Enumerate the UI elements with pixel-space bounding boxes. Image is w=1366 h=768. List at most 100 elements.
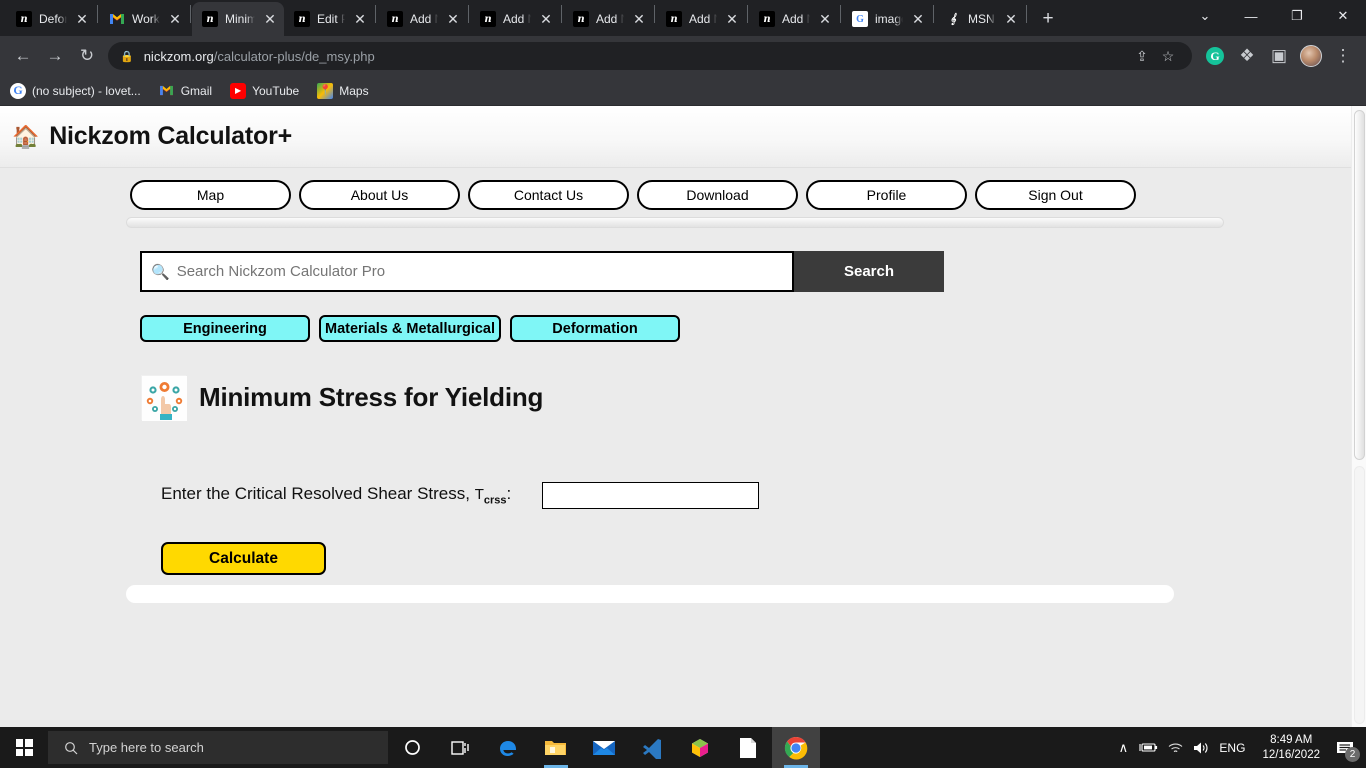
profile-avatar[interactable] xyxy=(1296,41,1326,71)
google-favicon-icon: G xyxy=(852,11,868,27)
reload-icon[interactable]: ↻ xyxy=(72,41,102,71)
tab-close-icon[interactable]: ✕ xyxy=(631,11,647,27)
omnibox-actions: ⇪ ☆ xyxy=(1130,44,1180,68)
tab-title: Workl xyxy=(132,12,160,26)
nav-button-download[interactable]: Download xyxy=(637,180,798,210)
tab-close-icon[interactable]: ✕ xyxy=(1003,11,1019,27)
start-button[interactable] xyxy=(0,727,48,768)
browser-tab[interactable]: n Add N ✕ xyxy=(749,2,839,36)
tab-close-icon[interactable]: ✕ xyxy=(262,11,278,27)
input-label-subscript: crss xyxy=(483,494,507,507)
breadcrumb-engineering[interactable]: Engineering xyxy=(140,315,310,342)
home-icon[interactable]: 🏠 xyxy=(12,125,39,148)
nav-button-sign-out[interactable]: Sign Out xyxy=(975,180,1136,210)
star-icon[interactable]: ☆ xyxy=(1156,44,1180,68)
tab-separator xyxy=(190,5,191,23)
side-panel-icon[interactable]: ▣ xyxy=(1264,41,1294,71)
nickzom-favicon-icon: n xyxy=(387,11,403,27)
browser-tab[interactable]: n Add N ✕ xyxy=(656,2,746,36)
search-button[interactable]: Search xyxy=(794,251,944,292)
nav-button-profile[interactable]: Profile xyxy=(806,180,967,210)
minimize-button[interactable]: — xyxy=(1228,0,1274,32)
browser-tab[interactable]: n Add N ✕ xyxy=(377,2,467,36)
page-scrollbar[interactable] xyxy=(1351,106,1366,727)
browser-tab[interactable]: n Add N ✕ xyxy=(470,2,560,36)
tab-title: Add N xyxy=(689,12,717,26)
vscode-icon[interactable] xyxy=(628,727,676,768)
share-icon[interactable]: ⇪ xyxy=(1130,44,1154,68)
chrome-icon[interactable] xyxy=(772,727,820,768)
browser-tab[interactable]: Workl ✕ xyxy=(99,2,189,36)
tab-close-icon[interactable]: ✕ xyxy=(74,11,90,27)
tab-close-icon[interactable]: ✕ xyxy=(724,11,740,27)
tab-close-icon[interactable]: ✕ xyxy=(538,11,554,27)
search-row: 🔍 Search xyxy=(140,251,1351,292)
new-tab-button[interactable]: + xyxy=(1034,5,1062,33)
tab-close-icon[interactable]: ✕ xyxy=(910,11,926,27)
breadcrumb-deformation[interactable]: Deformation xyxy=(510,315,680,342)
taskbar-search[interactable]: Type here to search xyxy=(48,731,388,764)
nav-button-about-us[interactable]: About Us xyxy=(299,180,460,210)
browser-tab[interactable]: n Deform ✕ xyxy=(6,2,96,36)
tab-search-chevron-down-icon[interactable]: ⌄ xyxy=(1182,0,1228,32)
input-label-symbol: T xyxy=(474,486,484,504)
forward-icon[interactable]: → xyxy=(40,41,70,71)
browser-tab[interactable]: n Add N ✕ xyxy=(563,2,653,36)
tab-separator xyxy=(933,5,934,23)
breadcrumb: Engineering Materials & Metallurgical De… xyxy=(140,315,1351,342)
chevron-up-icon[interactable]: ∧ xyxy=(1110,727,1136,768)
language-indicator[interactable]: ENG xyxy=(1214,741,1254,755)
bookmark-item[interactable]: ▶ YouTube xyxy=(230,82,299,99)
tab-close-icon[interactable]: ✕ xyxy=(352,11,368,27)
bookmark-item[interactable]: 📍 Maps xyxy=(317,82,369,99)
chrome-menu-icon[interactable]: ⋮ xyxy=(1328,41,1358,71)
scrollbar-track[interactable] xyxy=(1354,466,1365,724)
grammarly-extension-icon[interactable]: G xyxy=(1200,41,1230,71)
browser-tab-active[interactable]: n Minim ✕ xyxy=(192,2,284,36)
file-explorer-icon[interactable] xyxy=(532,727,580,768)
page-title: 🏠 Nickzom Calculator+ xyxy=(12,122,292,151)
edge-icon[interactable] xyxy=(484,727,532,768)
search-box[interactable]: 🔍 xyxy=(140,251,794,292)
back-icon[interactable]: ← xyxy=(8,41,38,71)
clock[interactable]: 8:49 AM 12/16/2022 xyxy=(1254,733,1328,763)
bookmark-item[interactable]: Gmail xyxy=(159,83,212,99)
address-bar[interactable]: 🔒 nickzom.org/calculator-plus/de_msy.php… xyxy=(108,42,1192,70)
nav-button-contact-us[interactable]: Contact Us xyxy=(468,180,629,210)
nickzom-favicon-icon: n xyxy=(480,11,496,27)
package-icon[interactable] xyxy=(676,727,724,768)
tab-close-icon[interactable]: ✕ xyxy=(817,11,833,27)
volume-icon[interactable] xyxy=(1188,727,1214,768)
bookmark-label: Maps xyxy=(339,83,369,98)
url-text: nickzom.org/calculator-plus/de_msy.php xyxy=(144,49,375,64)
task-view-icon[interactable] xyxy=(436,727,484,768)
wifi-icon[interactable] xyxy=(1162,727,1188,768)
nav-button-map[interactable]: Map xyxy=(130,180,291,210)
browser-tab[interactable]: 𝄞 MSN ✕ xyxy=(935,2,1025,36)
battery-icon[interactable] xyxy=(1136,727,1162,768)
maximize-button[interactable]: ❐ xyxy=(1274,0,1320,32)
critical-resolved-shear-stress-input[interactable] xyxy=(542,482,760,509)
tab-close-icon[interactable]: ✕ xyxy=(445,11,461,27)
windows-logo-icon xyxy=(15,739,33,756)
cortana-icon[interactable] xyxy=(388,727,436,768)
tab-close-icon[interactable]: ✕ xyxy=(167,11,183,27)
notepad-icon[interactable] xyxy=(724,727,772,768)
scrollbar-thumb[interactable] xyxy=(1354,110,1365,460)
search-input[interactable] xyxy=(176,253,792,290)
gmail-icon xyxy=(159,83,175,99)
page-content: Map About Us Contact Us Download Profile… xyxy=(0,168,1351,603)
close-window-button[interactable]: ✕ xyxy=(1320,0,1366,32)
web-page: 🏠 Nickzom Calculator+ Map About Us Conta… xyxy=(0,106,1351,727)
clock-date: 12/16/2022 xyxy=(1262,748,1320,761)
browser-tab[interactable]: n Edit Po ✕ xyxy=(284,2,374,36)
footer-bar xyxy=(126,585,1174,603)
notifications-button[interactable]: 2 xyxy=(1328,727,1362,768)
mail-icon[interactable] xyxy=(580,727,628,768)
breadcrumb-materials-metallurgical[interactable]: Materials & Metallurgical xyxy=(319,315,501,342)
extensions-puzzle-icon[interactable]: ❖ xyxy=(1232,41,1262,71)
tab-separator xyxy=(468,5,469,23)
browser-tab[interactable]: G image ✕ xyxy=(842,2,932,36)
calculate-button[interactable]: Calculate xyxy=(161,542,326,575)
bookmark-item[interactable]: G (no subject) - lovet... xyxy=(10,82,141,99)
